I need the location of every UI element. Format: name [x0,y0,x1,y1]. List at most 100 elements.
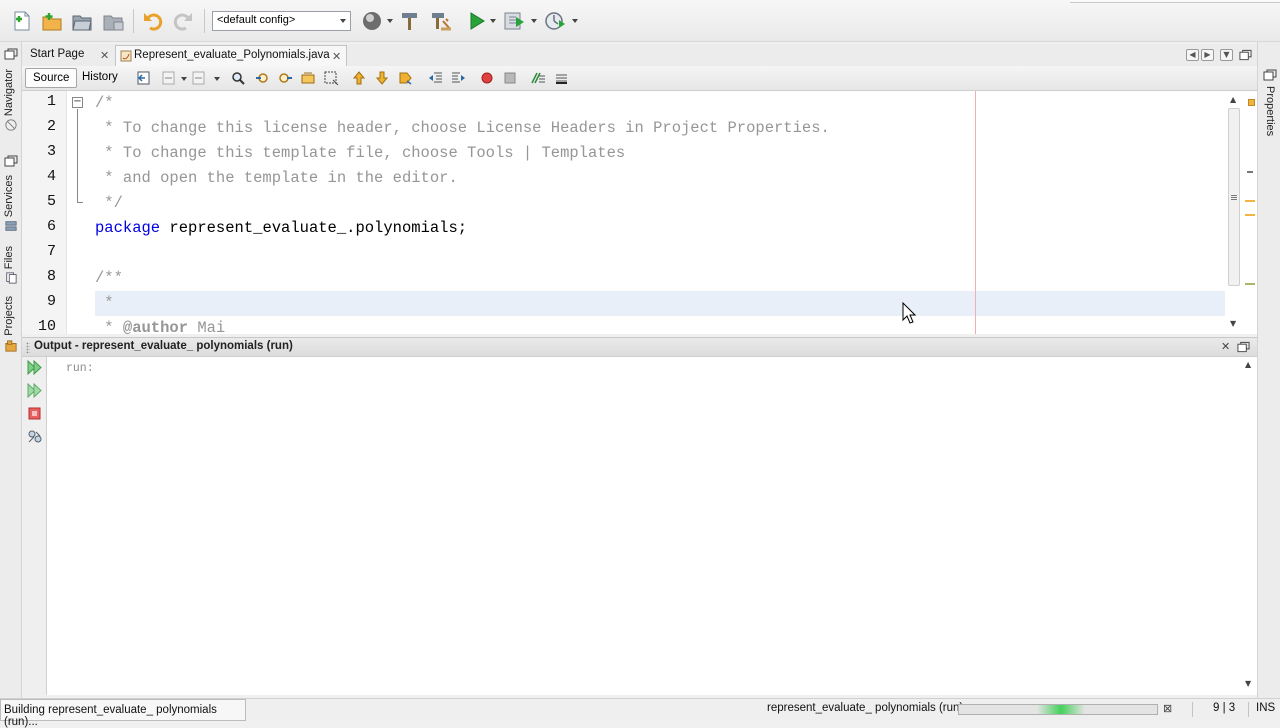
find-icon[interactable] [231,71,246,85]
config-combo-value: <default config> [217,14,296,26]
code-text[interactable]: /* * To change this license header, choo… [95,91,1225,334]
toolbar-separator [204,9,205,33]
back-icon[interactable] [162,71,177,85]
scroll-down-icon[interactable]: ▼ [1230,319,1236,328]
cancel-task-icon[interactable]: ⊠ [1163,702,1175,715]
services-icon [5,221,17,231]
scroll-thumb[interactable] [1228,108,1240,286]
tab-projects[interactable]: Projects [3,296,15,336]
output-console[interactable]: run: [47,357,1243,695]
find-previous-icon[interactable] [255,71,270,85]
chevron-down-icon[interactable] [490,19,496,23]
output-vertical-scrollbar[interactable]: ▲ ▼ [1243,357,1257,695]
tab-services[interactable]: Services [3,175,15,217]
output-actions-bar [22,357,47,695]
comment-prefix: * [95,319,123,334]
files-icon [6,272,17,284]
progress-bar[interactable] [958,704,1158,715]
config-combo[interactable]: <default config> [212,11,351,31]
tab-files[interactable]: Files [3,246,15,269]
line-number: 6 [46,218,56,235]
close-project-icon[interactable] [101,9,125,33]
code-line: */ [95,194,123,212]
restore-window-icon[interactable] [1237,341,1250,353]
build-globe-icon[interactable] [360,9,384,33]
chevron-down-icon[interactable] [572,19,578,23]
run-icon[interactable] [465,9,489,33]
new-file-icon[interactable] [10,9,34,33]
rect-selection-icon[interactable] [324,71,339,85]
new-project-icon[interactable] [40,9,64,33]
uncomment-icon[interactable] [554,71,569,85]
close-icon[interactable]: ✕ [332,50,341,63]
code-editor[interactable]: 1 2 3 4 5 6 7 8 9 10 − /* * To change th… [22,91,1257,334]
scroll-down-icon[interactable]: ▼ [1245,679,1251,688]
source-button[interactable]: Source [25,68,78,88]
tab-start-page[interactable]: Start Page ✕ [22,45,114,66]
line-number-gutter: 1 2 3 4 5 6 7 8 9 10 [22,91,67,334]
keyword: package [95,219,161,237]
toggle-highlight-icon[interactable] [301,71,316,85]
forward-icon[interactable] [192,71,207,85]
open-project-icon[interactable] [70,9,94,33]
rerun-with-params-icon[interactable] [27,383,43,398]
chevron-down-icon[interactable] [181,77,187,81]
scroll-up-icon[interactable]: ▲ [1230,95,1236,104]
warning-status-icon[interactable] [1248,99,1255,106]
shift-right-icon[interactable] [451,71,466,85]
line-number: 7 [46,243,56,260]
close-icon[interactable]: ✕ [100,49,109,62]
last-edit-icon[interactable] [137,71,152,85]
profile-icon[interactable] [543,9,567,33]
stop-icon[interactable] [27,406,43,421]
clean-build-icon[interactable] [429,9,453,33]
output-settings-icon[interactable] [27,429,43,444]
warning-mark[interactable] [1245,200,1255,202]
tab-properties[interactable]: Properties [1264,86,1276,136]
stop-macro-icon[interactable] [503,71,518,85]
start-macro-icon[interactable] [480,71,495,85]
undo-icon[interactable] [141,9,165,33]
tab-java-file[interactable]: Represent_evaluate_Polynomials.java ✕ [115,45,347,66]
chevron-down-icon[interactable] [214,77,220,81]
scroll-tabs-left-button[interactable]: ◀ [1186,49,1199,61]
scroll-tabs-right-button[interactable]: ▶ [1201,49,1214,61]
rerun-icon[interactable] [27,360,43,375]
status-bar: Building represent_evaluate_ polynomials… [0,698,1280,728]
chevron-down-icon[interactable] [531,19,537,23]
change-mark[interactable] [1245,283,1255,285]
build-hammer-icon[interactable] [398,9,422,33]
drag-handle[interactable] [26,342,30,353]
next-bookmark-icon[interactable] [375,71,390,85]
line-number: 9 [46,293,56,310]
scroll-up-icon[interactable]: ▲ [1245,360,1251,369]
running-task-label[interactable]: represent_evaluate_ polynomials (run) [767,702,963,714]
shift-left-icon[interactable] [428,71,443,85]
tab-label: Start Page [30,48,85,60]
status-separator [1192,702,1193,717]
restore-window-icon[interactable] [4,48,18,60]
tab-navigator[interactable]: Navigator [3,69,15,116]
code-line: package represent_evaluate_.polynomials; [95,216,467,241]
toggle-bookmark-icon[interactable] [398,71,413,85]
restore-window-icon[interactable] [1263,69,1277,81]
caret-position: 9 | 3 [1213,702,1236,714]
code-line: * @author Mai [95,316,225,334]
code-line: * [95,294,114,312]
status-separator [1248,702,1249,717]
warning-mark[interactable] [1245,214,1255,216]
restore-window-icon[interactable] [4,155,18,167]
close-icon[interactable]: ✕ [1221,340,1230,353]
debug-icon[interactable] [502,9,526,33]
collapse-fold-icon[interactable]: − [72,97,83,108]
restore-window-icon[interactable] [1239,49,1252,61]
history-button[interactable]: History [75,68,125,88]
find-next-icon[interactable] [278,71,293,85]
editor-vertical-scrollbar[interactable]: ▲ ▼ [1227,91,1257,334]
tab-list-button[interactable]: ▼ [1220,49,1233,61]
chevron-down-icon[interactable] [387,19,393,23]
redo-icon[interactable] [171,9,195,33]
previous-bookmark-icon[interactable] [352,71,367,85]
line-number: 1 [46,93,56,110]
comment-icon[interactable] [531,71,546,85]
